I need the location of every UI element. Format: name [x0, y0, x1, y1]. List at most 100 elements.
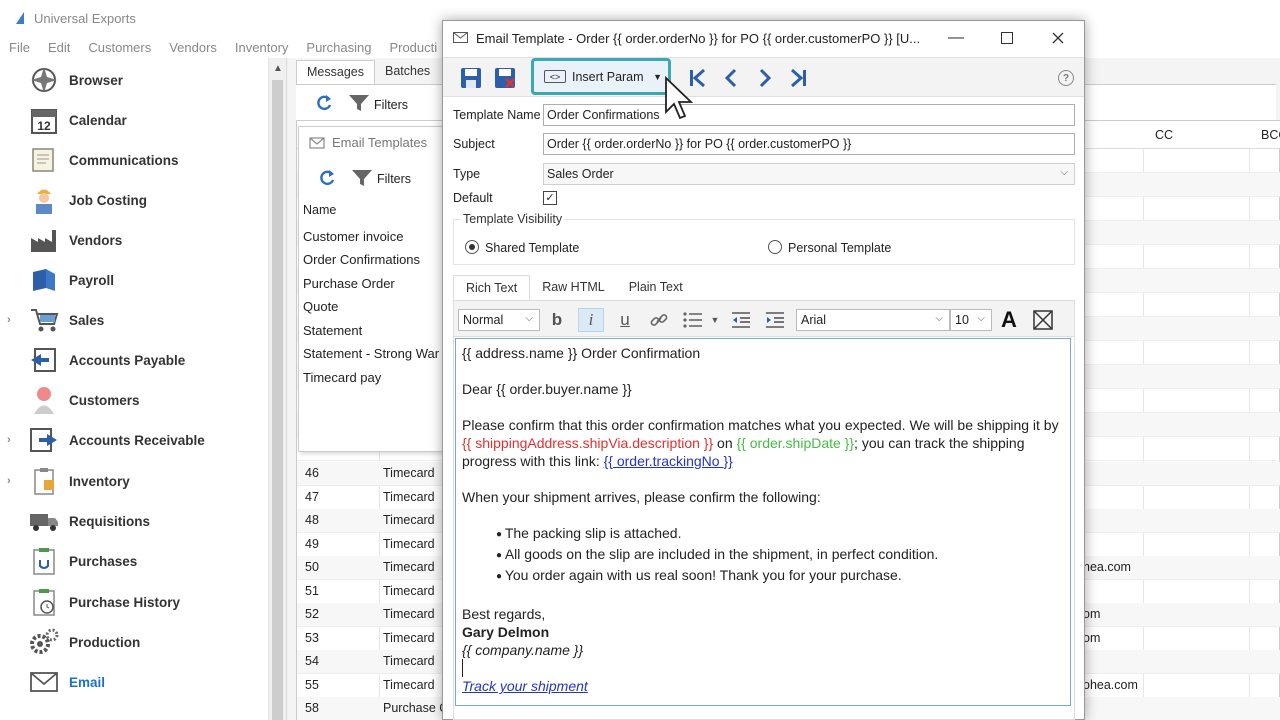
- tab-raw-html[interactable]: Raw HTML: [530, 275, 617, 301]
- template-item[interactable]: Purchase Order: [303, 276, 395, 291]
- font-color-icon[interactable]: A: [996, 307, 1022, 332]
- insert-param-button[interactable]: <> Insert Param ▼: [531, 58, 671, 95]
- sidebar-item-accounts-payable[interactable]: Accounts Payable: [0, 340, 269, 380]
- bold-button[interactable]: b: [544, 308, 570, 332]
- menu-file[interactable]: File: [9, 40, 30, 55]
- template-name-input[interactable]: Order Confirmations: [543, 104, 1075, 126]
- sidebar-item-purchase-history[interactable]: Purchase History: [0, 582, 269, 622]
- personal-template-label[interactable]: Personal Template: [788, 241, 891, 255]
- panel-toolbar: Filters: [303, 163, 445, 195]
- column-cc[interactable]: CC: [1155, 128, 1173, 142]
- template-item[interactable]: Statement - Strong War: [303, 346, 445, 361]
- close-button[interactable]: [1035, 21, 1081, 55]
- sidebar-item-customers[interactable]: Customers: [0, 380, 269, 420]
- sidebar-item-purchases[interactable]: Purchases: [0, 541, 269, 581]
- envelope-icon: [453, 32, 468, 43]
- worker-icon: [28, 184, 60, 216]
- sidebar-item-production[interactable]: Production: [0, 622, 269, 662]
- sidebar-item-communications[interactable]: Communications: [0, 140, 269, 180]
- dialog-titlebar: Email Template - Order {{ order.orderNo …: [443, 21, 1084, 57]
- sidebar-item-sales[interactable]: › Sales: [0, 300, 269, 340]
- template-item[interactable]: Quote: [303, 299, 338, 314]
- visibility-legend: Template Visibility: [461, 212, 565, 226]
- italic-button[interactable]: i: [578, 308, 604, 332]
- filter-icon[interactable]: [351, 168, 373, 191]
- filter-icon[interactable]: [348, 93, 370, 116]
- list-icon[interactable]: [680, 308, 706, 332]
- editor-toolbar: Normal ⌵ b i u ▼ Arial ⌵ 10 ⌵ A: [454, 301, 1074, 337]
- sidebar-item-browser[interactable]: Browser: [0, 60, 269, 100]
- tracking-link[interactable]: {{ order.trackingNo }}: [604, 453, 733, 469]
- sidebar-scrollbar[interactable]: ▲: [268, 58, 286, 720]
- template-item[interactable]: Customer invoice: [303, 229, 403, 244]
- minimize-button[interactable]: —: [933, 21, 979, 55]
- shared-template-label[interactable]: Shared Template: [485, 241, 579, 255]
- sidebar-item-vendors[interactable]: Vendors: [0, 220, 269, 260]
- menu-inventory[interactable]: Inventory: [235, 40, 288, 55]
- scroll-thumb[interactable]: [272, 80, 283, 720]
- paragraph-style-select[interactable]: Normal ⌵: [458, 309, 540, 331]
- save-close-button[interactable]: [491, 64, 519, 92]
- tab-batches[interactable]: Batches: [375, 60, 440, 84]
- expand-chevron-icon[interactable]: ›: [7, 475, 11, 487]
- sidebar-item-label: Purchases: [69, 553, 138, 569]
- tab-rich-text[interactable]: Rich Text: [453, 275, 531, 301]
- filters-label[interactable]: Filters: [377, 172, 411, 186]
- editor-content[interactable]: {{ address.name }} Order Confirmation De…: [455, 338, 1071, 706]
- column-bcc[interactable]: BCC: [1261, 128, 1280, 142]
- type-label: Type: [453, 167, 481, 181]
- chevron-down-icon: ⌵: [525, 313, 533, 324]
- sidebar-item-email[interactable]: Email: [0, 662, 269, 702]
- sidebar-item-calendar[interactable]: 12 Calendar: [0, 100, 269, 140]
- column-name[interactable]: Name: [303, 203, 336, 217]
- template-item[interactable]: Order Confirmations: [303, 252, 421, 267]
- track-shipment-link[interactable]: Track your shipment: [462, 677, 1064, 695]
- menu-edit[interactable]: Edit: [48, 40, 70, 55]
- last-record-button[interactable]: [785, 64, 813, 92]
- help-button[interactable]: ?: [1058, 70, 1074, 86]
- sidebar-item-requisitions[interactable]: Requisitions: [0, 501, 269, 541]
- tab-messages[interactable]: Messages: [296, 60, 375, 84]
- sidebar-item-accounts-receivable[interactable]: › Accounts Receivable: [0, 420, 269, 460]
- font-size-select[interactable]: 10 ⌵: [950, 309, 992, 331]
- next-record-button[interactable]: [751, 64, 779, 92]
- menu-vendors[interactable]: Vendors: [169, 40, 217, 55]
- save-button[interactable]: [457, 64, 485, 92]
- link-icon[interactable]: [646, 308, 672, 332]
- email-template-dialog: Email Template - Order {{ order.orderNo …: [442, 20, 1085, 720]
- expand-chevron-icon[interactable]: ›: [7, 314, 11, 326]
- template-item[interactable]: Statement: [303, 323, 362, 338]
- sidebar-item-job-costing[interactable]: Job Costing: [0, 180, 269, 220]
- body-line: Best regards,: [462, 606, 546, 622]
- font-family-select[interactable]: Arial ⌵: [796, 309, 950, 331]
- menu-production[interactable]: Producti: [389, 40, 437, 55]
- outdent-icon[interactable]: [728, 308, 754, 332]
- default-checkbox[interactable]: ✓: [543, 191, 557, 205]
- type-select[interactable]: Sales Order ⌵: [543, 163, 1075, 185]
- editor-tabs: Rich Text Raw HTML Plain Text: [453, 275, 695, 301]
- insert-param-label: Insert Param: [572, 69, 644, 84]
- sidebar: Browser 12 Calendar Communications Job C…: [0, 58, 287, 720]
- personal-template-radio[interactable]: [768, 240, 782, 254]
- template-item[interactable]: Timecard pay: [303, 370, 381, 385]
- underline-button[interactable]: u: [612, 308, 638, 332]
- clear-format-icon[interactable]: [1030, 308, 1056, 332]
- factory-icon: [28, 224, 60, 256]
- indent-icon[interactable]: [762, 308, 788, 332]
- sidebar-item-inventory[interactable]: › Inventory: [0, 461, 269, 501]
- menu-customers[interactable]: Customers: [88, 40, 151, 55]
- scroll-up-icon[interactable]: ▲: [273, 63, 283, 74]
- shared-template-radio[interactable]: [465, 240, 479, 254]
- previous-record-button[interactable]: [717, 64, 745, 92]
- refresh-icon[interactable]: [314, 93, 334, 116]
- filters-label[interactable]: Filters: [374, 98, 408, 112]
- tab-plain-text[interactable]: Plain Text: [617, 275, 695, 301]
- body-line: Dear {{ order.buyer.name }}: [462, 381, 632, 397]
- refresh-icon[interactable]: [317, 168, 337, 191]
- expand-chevron-icon[interactable]: ›: [7, 434, 11, 446]
- menu-purchasing[interactable]: Purchasing: [306, 40, 371, 55]
- maximize-button[interactable]: [984, 21, 1030, 55]
- sidebar-item-payroll[interactable]: Payroll: [0, 260, 269, 300]
- subject-input[interactable]: Order {{ order.orderNo }} for PO {{ orde…: [543, 133, 1075, 155]
- list-dropdown-icon[interactable]: ▼: [708, 308, 722, 332]
